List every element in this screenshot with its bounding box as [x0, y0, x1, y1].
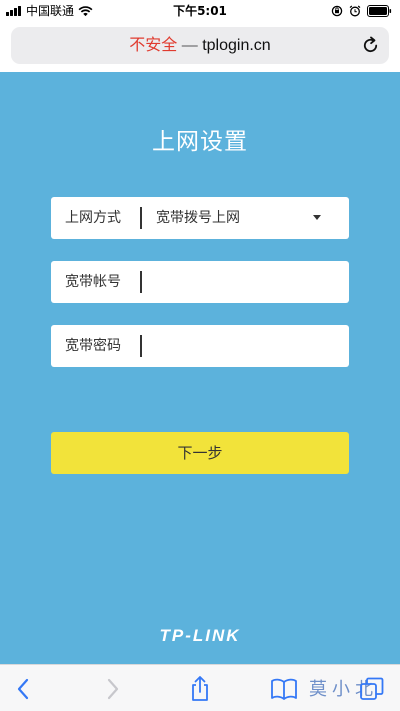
address-bar[interactable]: 不安全 — tplogin.cn [11, 27, 389, 64]
alarm-icon [349, 5, 361, 17]
tp-link-logo: TP-LINK [159, 626, 241, 645]
reload-icon[interactable] [361, 36, 380, 55]
connection-type-value: 宽带拨号上网 [156, 210, 240, 226]
bookmarks-icon[interactable] [270, 675, 298, 703]
not-secure-label: 不安全 [129, 37, 178, 54]
address-bar-container: 不安全 — tplogin.cn [0, 22, 400, 72]
page-content: 上网设置 上网方式 宽带拨号上网 宽带帐号 宽带密码 下一步 TP-LINK [0, 72, 400, 664]
account-field[interactable]: 宽带帐号 [51, 261, 349, 303]
browser-toolbar: 莫小北 [0, 664, 400, 711]
password-label: 宽带密码 [65, 338, 121, 354]
battery-icon [367, 5, 392, 17]
forward-icon[interactable] [98, 675, 126, 703]
password-input[interactable] [143, 329, 343, 363]
url-host: tplogin.cn [202, 37, 271, 54]
field-divider [140, 207, 142, 229]
text-cursor [140, 271, 142, 293]
share-icon[interactable] [186, 675, 214, 703]
url-display[interactable]: 不安全 — tplogin.cn [11, 27, 389, 64]
status-right [325, 0, 392, 22]
page-title: 上网设置 [152, 129, 248, 155]
connection-type-select[interactable]: 上网方式 宽带拨号上网 [51, 197, 349, 239]
password-field[interactable]: 宽带密码 [51, 325, 349, 367]
account-input[interactable] [143, 265, 343, 299]
back-icon[interactable] [10, 675, 38, 703]
next-step-button[interactable]: 下一步 [51, 432, 349, 474]
text-cursor [140, 335, 142, 357]
orientation-lock-icon [331, 5, 343, 17]
status-bar: 中国联通 下午5:01 [0, 0, 400, 22]
dropdown-arrow-icon[interactable] [313, 215, 321, 220]
account-label: 宽带帐号 [65, 274, 121, 290]
url-separator: — [181, 37, 198, 54]
tabs-icon[interactable] [358, 675, 386, 703]
connection-type-label: 上网方式 [65, 210, 121, 226]
